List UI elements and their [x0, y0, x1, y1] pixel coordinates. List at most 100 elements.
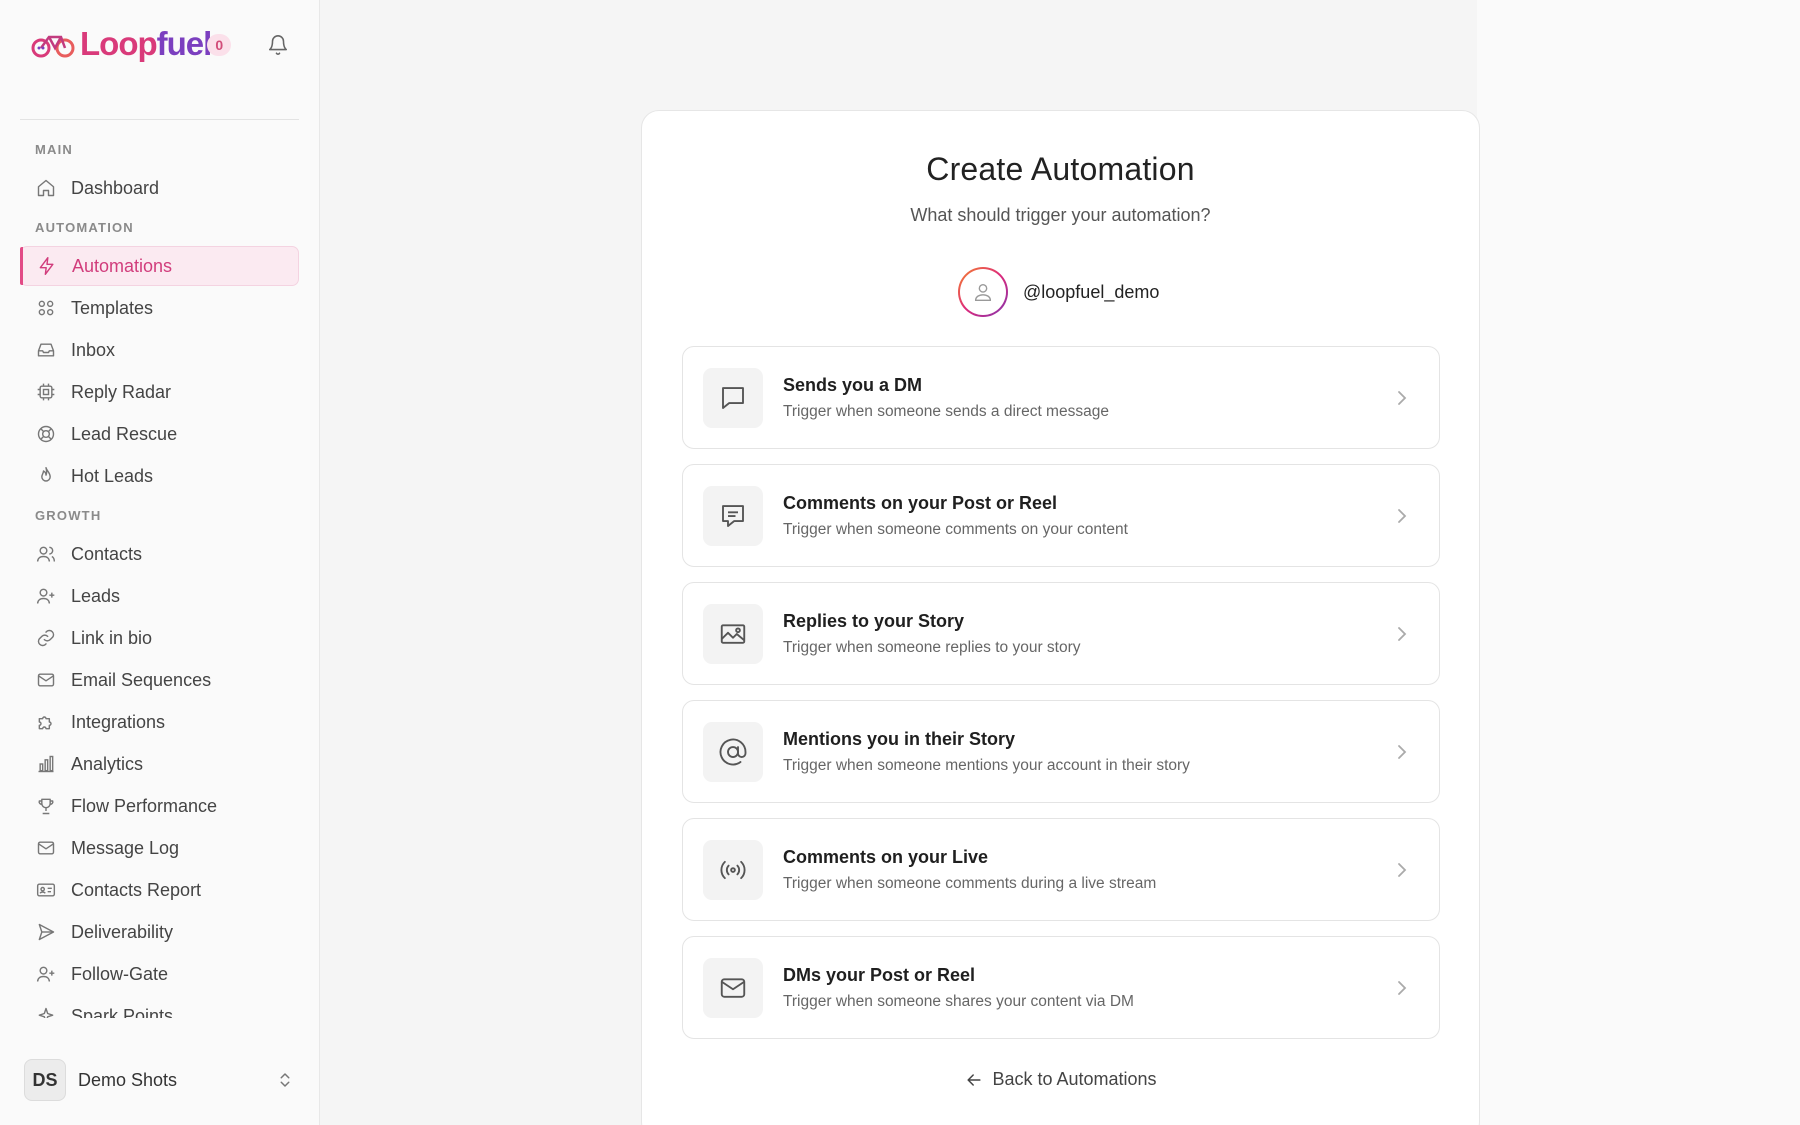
trigger-title: Replies to your Story — [783, 610, 965, 631]
trigger-copy: Sends you a DM Trigger when someone send… — [783, 375, 1109, 421]
message-bubble-icon — [722, 386, 744, 409]
trigger-title: DMs your Post or Reel — [783, 964, 976, 985]
bike-logo-icon — [31, 35, 75, 58]
sidebar-item-label: Inbox — [71, 339, 116, 360]
sidebar-item-contacts[interactable]: Contacts — [20, 534, 299, 574]
trigger-description: Trigger when someone comments during a l… — [783, 874, 1157, 892]
avatar: DS — [24, 1059, 66, 1101]
page-title: Create Automation — [926, 151, 1195, 187]
mail-icon — [37, 673, 55, 687]
sidebar-item-label: Follow-Gate — [71, 963, 169, 984]
sidebar-item-follow-gate[interactable]: Follow-Gate — [20, 954, 299, 994]
sidebar-item-label: Hot Leads — [71, 465, 154, 486]
sidebar-item-hot-leads[interactable]: Hot Leads — [20, 456, 299, 496]
trigger-copy: DMs your Post or Reel Trigger when someo… — [783, 965, 1134, 1011]
grid-icon — [38, 300, 54, 316]
bell-icon[interactable] — [267, 33, 289, 57]
sidebar-item-templates[interactable]: Templates — [20, 288, 299, 328]
trigger-icon-box — [703, 721, 763, 782]
puzzle-icon — [38, 716, 52, 730]
profile-avatar-inner — [960, 269, 1006, 315]
sidebar-item-label: Reply Radar — [71, 381, 172, 402]
back-to-automations-link[interactable]: Back to Automations — [642, 1069, 1479, 1090]
sidebar-item-label: Contacts — [71, 543, 143, 564]
section-label-growth: GROWTH — [35, 508, 102, 523]
sidebar-item-label: Flow Performance — [71, 795, 218, 816]
trigger-option-post-comment[interactable]: Comments on your Post or Reel Trigger wh… — [682, 464, 1440, 567]
chevron-up-down-icon — [280, 1073, 290, 1087]
sidebar-item-leads[interactable]: Leads — [20, 576, 299, 616]
sidebar-item-label: Templates — [71, 297, 154, 318]
trigger-option-story-mention[interactable]: Mentions you in their Story Trigger when… — [682, 700, 1440, 803]
trigger-icon-box — [703, 367, 763, 428]
brand-name-part1: Loop — [80, 25, 158, 62]
sidebar-item-label: Spark Points — [71, 1005, 174, 1019]
sidebar-item-automations[interactable]: Automations — [20, 246, 299, 286]
section-label-main: MAIN — [35, 142, 74, 157]
sidebar-item-link-in-bio[interactable]: Link in bio — [20, 618, 299, 658]
brand-logo[interactable]: Loopfuel 0 — [31, 26, 235, 62]
brand-name: Loopfuel — [80, 25, 213, 62]
sidebar-item-label: Link in bio — [71, 627, 153, 648]
sidebar-item-reply-radar[interactable]: Reply Radar — [20, 372, 299, 412]
trigger-copy: Comments on your Live Trigger when someo… — [783, 847, 1156, 893]
trophy-icon — [38, 798, 54, 815]
sidebar-item-analytics[interactable]: Analytics — [20, 744, 299, 784]
trigger-description: Trigger when someone mentions your accou… — [783, 756, 1190, 774]
trigger-option-dm-share[interactable]: DMs your Post or Reel Trigger when someo… — [682, 936, 1440, 1039]
sidebar-divider — [20, 119, 299, 120]
sidebar-item-label: Email Sequences — [71, 669, 212, 690]
sidebar-item-label: Analytics — [71, 753, 144, 774]
trigger-description: Trigger when someone sends a direct mess… — [783, 402, 1109, 420]
at-sign-icon — [719, 738, 747, 765]
profile-handle: @loopfuel_demo — [1023, 281, 1160, 302]
instagram-profile: @loopfuel_demo — [958, 267, 1159, 317]
trigger-icon-box — [703, 839, 763, 900]
sidebar-item-label: Dashboard — [71, 177, 160, 198]
sidebar-item-label: Deliverability — [71, 921, 174, 942]
trigger-copy: Mentions you in their Story Trigger when… — [783, 729, 1190, 775]
trigger-description: Trigger when someone comments on your co… — [783, 520, 1128, 538]
image-icon — [720, 623, 746, 644]
trigger-copy: Comments on your Post or Reel Trigger wh… — [783, 493, 1128, 539]
broadcast-icon — [720, 860, 746, 879]
sidebar: Loopfuel 0 MAIN Dashboard AUTOMATION Aut… — [0, 0, 320, 1125]
user-add-icon — [36, 966, 55, 982]
trigger-option-live-comment[interactable]: Comments on your Live Trigger when someo… — [682, 818, 1440, 921]
trigger-icon-box — [703, 485, 763, 546]
sidebar-item-flow-performance[interactable]: Flow Performance — [20, 786, 299, 826]
users-icon — [36, 546, 56, 562]
page-subtitle: What should trigger your automation? — [910, 205, 1211, 225]
sidebar-item-message-log[interactable]: Message Log — [20, 828, 299, 868]
brand-name-part2: fuel — [156, 25, 213, 62]
account-switcher[interactable]: DS Demo Shots — [24, 1059, 294, 1101]
sidebar-item-contacts-report[interactable]: Contacts Report — [20, 870, 299, 910]
user-plus-icon — [36, 588, 55, 604]
back-link-label: Back to Automations — [992, 1069, 1157, 1089]
sidebar-item-label: Leads — [71, 585, 121, 606]
trigger-title: Comments on your Live — [783, 846, 989, 867]
chevron-right-icon — [1398, 863, 1407, 877]
comment-icon — [722, 504, 744, 527]
lightning-icon — [39, 256, 54, 276]
link-icon — [37, 629, 55, 647]
sidebar-item-inbox[interactable]: Inbox — [20, 330, 299, 370]
trigger-icon-box — [703, 957, 763, 1018]
trigger-option-dm[interactable]: Sends you a DM Trigger when someone send… — [682, 346, 1440, 449]
sidebar-item-label: Automations — [72, 255, 173, 276]
sidebar-item-deliverability[interactable]: Deliverability — [20, 912, 299, 952]
trigger-description: Trigger when someone shares your content… — [783, 992, 1134, 1010]
sidebar-item-email-sequences[interactable]: Email Sequences — [20, 660, 299, 700]
chevron-right-icon — [1398, 627, 1407, 641]
chevron-right-icon — [1398, 981, 1407, 995]
trigger-option-story-reply[interactable]: Replies to your Story Trigger when someo… — [682, 582, 1440, 685]
sidebar-item-integrations[interactable]: Integrations — [20, 702, 299, 742]
sidebar-item-dashboard[interactable]: Dashboard — [20, 168, 299, 208]
home-icon — [37, 179, 55, 197]
right-panel — [1477, 0, 1800, 1125]
chevron-right-icon — [1398, 745, 1407, 759]
sidebar-item-lead-rescue[interactable]: Lead Rescue — [20, 414, 299, 454]
sidebar-item-spark-points[interactable]: Spark Points — [20, 996, 299, 1018]
chevron-right-icon — [1398, 509, 1407, 523]
chevron-right-icon — [1398, 391, 1407, 405]
